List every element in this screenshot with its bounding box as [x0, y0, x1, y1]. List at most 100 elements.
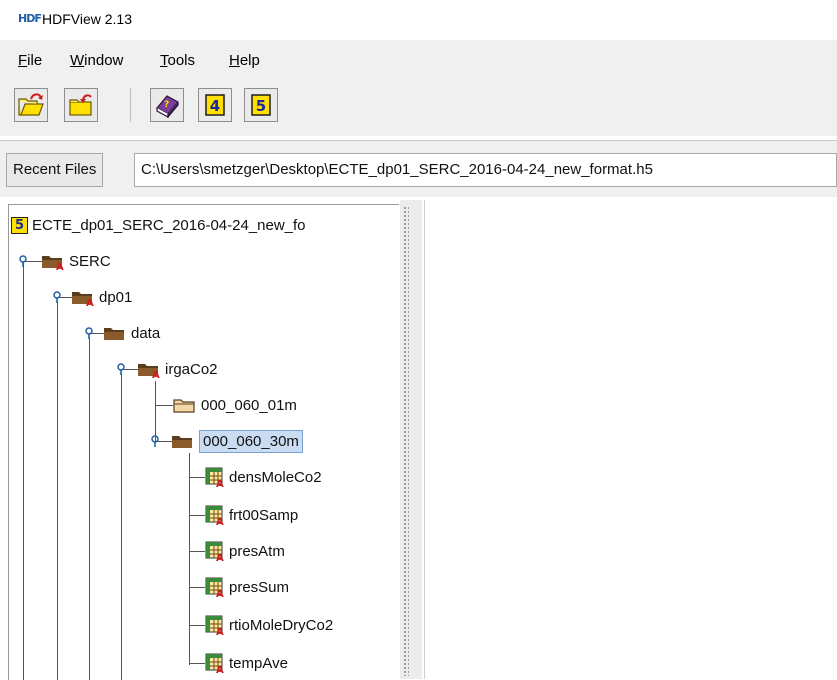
- tree-dataset-rtiomoledryco2[interactable]: A rtioMoleDryCo2: [205, 611, 333, 639]
- toolbar: ? 4 5: [0, 80, 837, 136]
- expanded-handle-icon[interactable]: [149, 435, 161, 447]
- tree-node-label: SERC: [69, 252, 111, 270]
- tree-node-label: 000_060_01m: [201, 396, 297, 414]
- title-bar: HDF HDFView 2.13: [0, 0, 837, 40]
- menu-help[interactable]: Help: [229, 52, 260, 69]
- tree-dataset-tempave[interactable]: A tempAve: [205, 649, 288, 677]
- menu-window[interactable]: Window: [70, 52, 123, 69]
- tree-dataset-pressum[interactable]: A presSum: [205, 573, 289, 601]
- tree-connector: [189, 477, 205, 478]
- split-pane-divider[interactable]: [400, 200, 422, 679]
- svg-text:?: ?: [164, 100, 169, 110]
- tree-node-serc[interactable]: A SERC: [17, 247, 111, 275]
- svg-text:A: A: [86, 298, 94, 306]
- svg-text:A: A: [216, 553, 224, 561]
- tree-node-label: data: [131, 324, 161, 342]
- tree-node-label: tempAve: [229, 654, 288, 672]
- svg-text:A: A: [216, 517, 224, 525]
- tree-connector: [189, 663, 205, 664]
- tree-node-label: irgaCo2: [165, 360, 218, 378]
- menu-window-label: indow: [84, 52, 124, 69]
- folder-open-icon: [172, 436, 192, 448]
- tree-node-irgaco2[interactable]: A irgaCo2: [115, 355, 218, 383]
- file-path-field[interactable]: C:\Users\smetzger\Desktop\ECTE_dp01_SERC…: [134, 153, 837, 187]
- tree-node-000-060-01m[interactable]: 000_060_01m: [173, 391, 297, 419]
- tree-node-label: densMoleCo2: [229, 468, 322, 486]
- tree-node-label-selected: 000_060_30m: [199, 429, 303, 453]
- folder-attr-icon: A: [72, 292, 94, 306]
- open-file-icon: [18, 93, 44, 116]
- expanded-handle-icon[interactable]: [51, 291, 63, 303]
- window-title: HDFView 2.13: [42, 11, 133, 27]
- dataset-icon: A: [205, 541, 224, 561]
- tree-node-label: presSum: [229, 578, 290, 596]
- svg-text:5: 5: [256, 97, 266, 115]
- close-file-icon: [69, 94, 92, 116]
- recent-files-bar: Recent Files C:\Users\smetzger\Desktop\E…: [0, 140, 837, 197]
- tree-dataset-frt00samp[interactable]: A frt00Samp: [205, 501, 298, 529]
- menu-bar: File Window Tools Help: [0, 40, 837, 80]
- hdf-logo-icon: HDF: [18, 12, 42, 25]
- menu-tools-mnemonic: T: [160, 52, 168, 69]
- tree-node-000-060-30m[interactable]: 000_060_30m: [149, 427, 303, 455]
- tree-node-data[interactable]: data: [83, 319, 160, 347]
- dataset-icon: A: [205, 467, 224, 487]
- hdf4-library-button[interactable]: 4: [198, 88, 232, 122]
- tree-node-label: presAtm: [229, 542, 285, 560]
- tree-node-label: frt00Samp: [229, 506, 299, 524]
- expanded-handle-icon[interactable]: [83, 327, 95, 339]
- tree-connector: [189, 453, 190, 665]
- tree-connector: [57, 301, 58, 680]
- hdf4-library-icon: 4: [205, 94, 225, 116]
- expanded-handle-icon[interactable]: [17, 255, 29, 267]
- menu-help-label: elp: [239, 52, 260, 69]
- tree-panel[interactable]: 5 ECTE_dp01_SERC_2016-04-24_new_fo A SER…: [8, 204, 399, 680]
- tree-connector: [189, 587, 205, 588]
- tree-connector: [155, 405, 173, 406]
- tree-dataset-presatm[interactable]: A presAtm: [205, 537, 285, 565]
- svg-text:A: A: [216, 479, 224, 487]
- users-guide-button[interactable]: ?: [150, 88, 184, 122]
- tree-root[interactable]: 5 ECTE_dp01_SERC_2016-04-24_new_fo: [11, 211, 306, 239]
- toolbar-separator: [130, 88, 131, 122]
- menu-window-mnemonic: W: [70, 52, 85, 69]
- splitter-grip[interactable]: [403, 206, 409, 676]
- content-panel: [424, 200, 837, 679]
- folder-attr-icon: A: [138, 364, 160, 378]
- menu-file[interactable]: File: [18, 52, 42, 69]
- hdf5-file-icon: 5: [11, 216, 28, 234]
- svg-text:A: A: [216, 589, 224, 597]
- tree-connector: [23, 263, 24, 680]
- svg-text:4: 4: [210, 97, 220, 115]
- folder-open-icon: [104, 328, 124, 340]
- open-file-button[interactable]: [14, 88, 48, 122]
- tree-node-dp01[interactable]: A dp01: [51, 283, 132, 311]
- dataset-icon: A: [205, 653, 224, 673]
- expanded-handle-icon[interactable]: [115, 363, 127, 375]
- tree-connector: [121, 373, 122, 680]
- svg-text:A: A: [216, 665, 224, 673]
- tree-connector: [189, 551, 205, 552]
- menu-help-mnemonic: H: [229, 52, 240, 69]
- svg-text:A: A: [152, 370, 160, 378]
- hdf5-library-button[interactable]: 5: [244, 88, 278, 122]
- tree-node-label: rtioMoleDryCo2: [229, 616, 334, 634]
- menu-tools-label: ools: [167, 52, 196, 69]
- folder-attr-icon: A: [42, 256, 64, 270]
- tree-root-label: ECTE_dp01_SERC_2016-04-24_new_fo: [32, 216, 306, 234]
- tree-connector: [89, 337, 90, 680]
- recent-files-button[interactable]: Recent Files: [6, 153, 104, 187]
- menu-tools[interactable]: Tools: [160, 52, 195, 69]
- svg-text:A: A: [56, 262, 64, 270]
- close-file-button[interactable]: [64, 88, 98, 122]
- menu-file-label: ile: [27, 52, 43, 69]
- tree-connector: [189, 515, 205, 516]
- svg-text:A: A: [216, 627, 224, 635]
- dataset-icon: A: [205, 615, 224, 635]
- tree-node-label: dp01: [99, 288, 133, 306]
- dataset-icon: A: [205, 505, 224, 525]
- tree-dataset-densmoleco2[interactable]: A densMoleCo2: [205, 463, 322, 491]
- user-guide-icon: ?: [156, 95, 179, 118]
- hdf5-library-icon: 5: [251, 94, 271, 116]
- menu-file-mnemonic: F: [18, 52, 28, 69]
